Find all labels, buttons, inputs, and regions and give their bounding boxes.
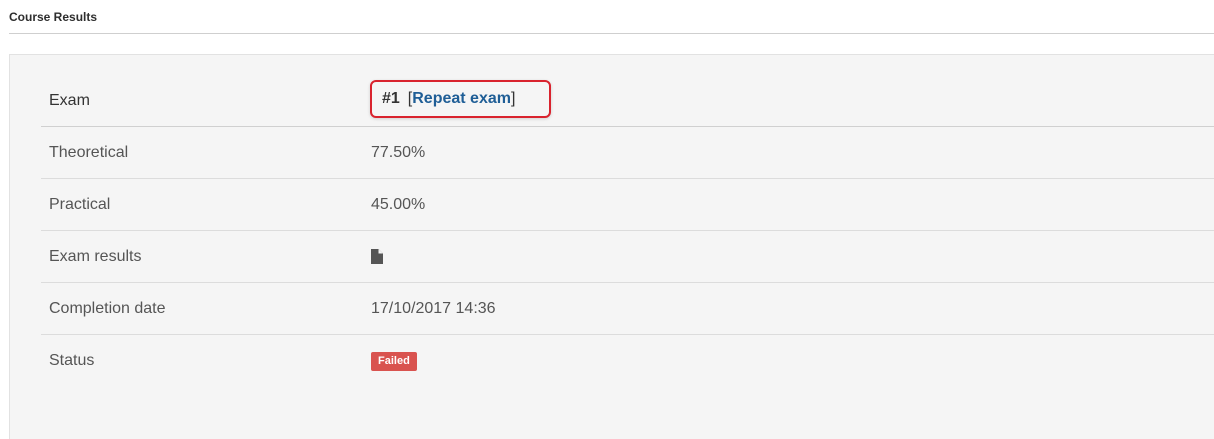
section-title: Course Results [9,10,98,24]
exam-highlight-box: #1 [ Repeat exam ] [370,80,551,118]
results-table: Exam #1 [ Repeat exam ] Theoretical 77.5… [41,76,1214,387]
status-value: Failed [371,335,417,387]
course-results-panel: Exam #1 [ Repeat exam ] Theoretical 77.5… [9,54,1214,439]
exam-label: Exam [49,92,90,109]
status-label: Status [49,352,95,369]
completion-date-label: Completion date [49,299,166,317]
theoretical-label: Theoretical [49,143,129,161]
bracket-close: ] [510,90,516,107]
exam-number: #1 [382,90,400,107]
status-row: Status Failed [41,335,1214,387]
theoretical-row: Theoretical 77.50% [41,127,1214,179]
exam-results-value [371,231,383,282]
completion-date-value: 17/10/2017 14:36 [371,299,496,317]
practical-row: Practical 45.00% [41,179,1214,231]
completion-date-row: Completion date 17/10/2017 14:36 [41,283,1214,335]
status-badge: Failed [371,351,417,371]
theoretical-value: 77.50% [371,143,426,161]
repeat-exam-link[interactable]: Repeat exam [412,90,511,108]
section-header: Course Results [9,0,1214,34]
practical-label: Practical [49,195,111,213]
exam-results-label: Exam results [49,247,142,265]
practical-value: 45.00% [371,195,426,213]
exam-results-row: Exam results [41,231,1214,283]
exam-row: Exam #1 [ Repeat exam ] [41,76,1214,127]
document-icon[interactable] [371,249,383,264]
